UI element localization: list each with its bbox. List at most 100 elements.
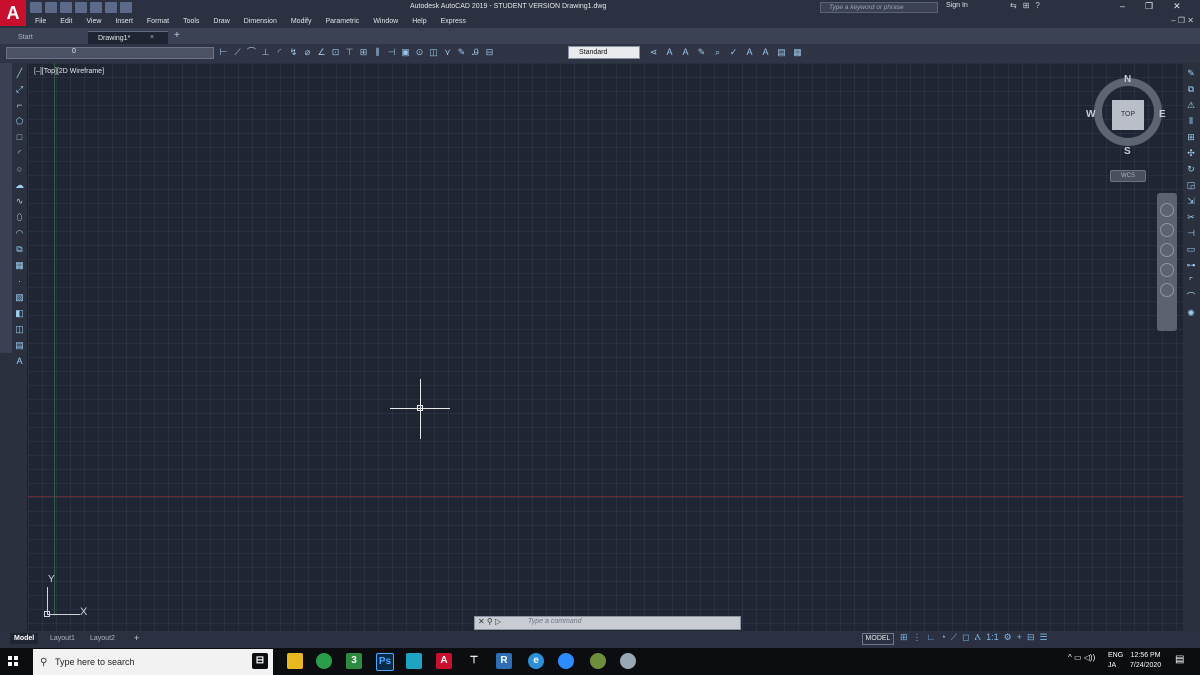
dimstyle-icon[interactable]: ⋖: [648, 46, 659, 59]
tab-layout1[interactable]: Layout1: [46, 633, 79, 644]
new-icon[interactable]: [30, 2, 42, 13]
edit-text-icon[interactable]: Ꭿ: [470, 46, 481, 59]
revit-icon[interactable]: R: [496, 653, 512, 669]
mirror-icon[interactable]: ⚠: [1185, 100, 1197, 111]
linear-dimension-icon[interactable]: ⊢: [218, 46, 229, 59]
multiline-text-icon[interactable]: A: [664, 46, 675, 59]
edit-dimension-icon[interactable]: ✎: [456, 46, 467, 59]
mtext-icon[interactable]: A: [14, 356, 25, 367]
calendar-app-icon[interactable]: 3: [346, 653, 362, 669]
menu-modify[interactable]: Modify: [291, 15, 312, 28]
menu-draw[interactable]: Draw: [213, 15, 229, 28]
hatch-icon[interactable]: ▧: [14, 292, 25, 303]
close-tab-icon[interactable]: ×: [150, 31, 154, 44]
tab-model[interactable]: Model: [10, 633, 39, 644]
language-indicator[interactable]: ENG JA: [1108, 651, 1123, 671]
menu-edit[interactable]: Edit: [60, 15, 72, 28]
drawing-canvas[interactable]: [28, 63, 1183, 631]
angular-icon[interactable]: ∠: [316, 46, 327, 59]
stretch-icon[interactable]: ⇲: [1185, 196, 1197, 207]
region-icon[interactable]: ◫: [14, 324, 25, 335]
edit-text-tool-icon[interactable]: ✎: [696, 46, 707, 59]
radius-icon[interactable]: ◜: [274, 46, 285, 59]
baseline-icon[interactable]: ⊤: [344, 46, 355, 59]
move-icon[interactable]: ✣: [1185, 148, 1197, 159]
menu-dimension[interactable]: Dimension: [244, 15, 277, 28]
viewcube-top-face[interactable]: TOP: [1112, 100, 1144, 130]
arc-length-icon[interactable]: ⌒: [246, 46, 257, 59]
polar-icon[interactable]: ◔: [940, 632, 945, 643]
workspace-gear-icon[interactable]: ⚙: [1004, 632, 1012, 643]
steering-wheel-icon[interactable]: [1160, 203, 1174, 217]
menu-parametric[interactable]: Parametric: [325, 15, 359, 28]
model-space-button[interactable]: MODEL: [862, 633, 894, 645]
snap-icon[interactable]: ⋮: [913, 632, 922, 643]
explode-icon[interactable]: ✺: [1185, 308, 1197, 319]
layer-dropdown[interactable]: [6, 47, 214, 59]
diameter-icon[interactable]: ⌀: [302, 46, 313, 59]
scale-icon[interactable]: ◲: [1185, 180, 1197, 191]
update-icon[interactable]: ⊟: [484, 46, 495, 59]
ordinate-icon[interactable]: ⊥: [260, 46, 271, 59]
dimension-space-icon[interactable]: ⫼: [372, 46, 383, 59]
aligned-dimension-icon[interactable]: ⟋: [232, 46, 243, 59]
polygon-icon[interactable]: ⬠: [14, 116, 25, 127]
join-icon[interactable]: ⊶: [1185, 260, 1197, 271]
cart-icon[interactable]: ⊞: [1023, 1, 1030, 10]
tolerance-icon[interactable]: ▣: [400, 46, 411, 59]
wcs-menu[interactable]: WCS: [1110, 170, 1146, 182]
windows-start-icon[interactable]: [8, 656, 18, 666]
close-icon[interactable]: ✕: [1173, 1, 1181, 12]
chamfer-icon[interactable]: ⌜: [1185, 276, 1197, 287]
customize-icon[interactable]: ☰: [1039, 632, 1047, 643]
break-icon[interactable]: ▭: [1185, 244, 1197, 255]
paint-icon[interactable]: [590, 653, 606, 669]
tab-layout2[interactable]: Layout2: [86, 633, 119, 644]
drawing-window-controls[interactable]: – ❐ ✕: [1171, 16, 1194, 25]
compass-west[interactable]: W: [1086, 109, 1095, 120]
save-icon[interactable]: [60, 2, 72, 13]
gradient-icon[interactable]: ◧: [14, 308, 25, 319]
new-tab-button[interactable]: +: [174, 30, 180, 41]
application-menu-button[interactable]: A: [0, 0, 26, 26]
taskbar-search-input[interactable]: Type here to search: [33, 649, 273, 675]
add-layout-button[interactable]: +: [130, 633, 143, 644]
spelling-icon[interactable]: ✓: [728, 46, 739, 59]
revision-cloud-icon[interactable]: ☁: [14, 180, 25, 191]
extend-icon[interactable]: ⊣: [1185, 228, 1197, 239]
grid-icon[interactable]: ⊞: [900, 632, 908, 643]
copy-icon[interactable]: ⧉: [1185, 84, 1197, 95]
jogged-linear-icon[interactable]: ⋎: [442, 46, 453, 59]
file-explorer-icon[interactable]: [287, 653, 303, 669]
ellipse-arc-icon[interactable]: ◠: [14, 228, 25, 239]
sign-in-button[interactable]: Sign In: [946, 2, 968, 9]
line-icon[interactable]: ╱: [14, 68, 25, 79]
find-icon[interactable]: ⌕: [712, 46, 723, 59]
justify-text-icon[interactable]: ▤: [776, 46, 787, 59]
tab-start[interactable]: Start: [8, 31, 43, 44]
plot-icon[interactable]: [90, 2, 102, 13]
restore-icon[interactable]: ❐: [1145, 1, 1153, 12]
units-icon[interactable]: ⊟: [1027, 632, 1035, 643]
system-tray-icons[interactable]: ^ ▭ ◁)): [1068, 653, 1095, 662]
command-line-buttons[interactable]: ✕ ⚲ ▷: [478, 617, 501, 626]
fillet-icon[interactable]: ⌒: [1185, 292, 1197, 303]
menu-tools[interactable]: Tools: [183, 15, 199, 28]
point-icon[interactable]: ·: [14, 276, 25, 287]
zoom-icon[interactable]: [558, 653, 574, 669]
rotate-icon[interactable]: ↻: [1185, 164, 1197, 175]
menu-format[interactable]: Format: [147, 15, 169, 28]
dimension-style-dropdown[interactable]: Standard: [568, 46, 640, 59]
viewport-controls[interactable]: [–][Top][2D Wireframe]: [34, 68, 104, 75]
palette-grip[interactable]: [0, 63, 12, 353]
undo-icon[interactable]: [105, 2, 117, 13]
redo-icon[interactable]: [120, 2, 132, 13]
compass-north[interactable]: N: [1124, 74, 1131, 85]
ortho-icon[interactable]: ∟: [927, 632, 936, 643]
polyline-icon[interactable]: ⌐: [14, 100, 25, 111]
help-icon[interactable]: ?: [1035, 1, 1039, 10]
edge-icon[interactable]: e: [528, 653, 544, 669]
construction-line-icon[interactable]: ⤢: [14, 84, 25, 95]
cloud-app-icon[interactable]: [620, 653, 636, 669]
insert-block-icon[interactable]: ⧉: [14, 244, 25, 255]
